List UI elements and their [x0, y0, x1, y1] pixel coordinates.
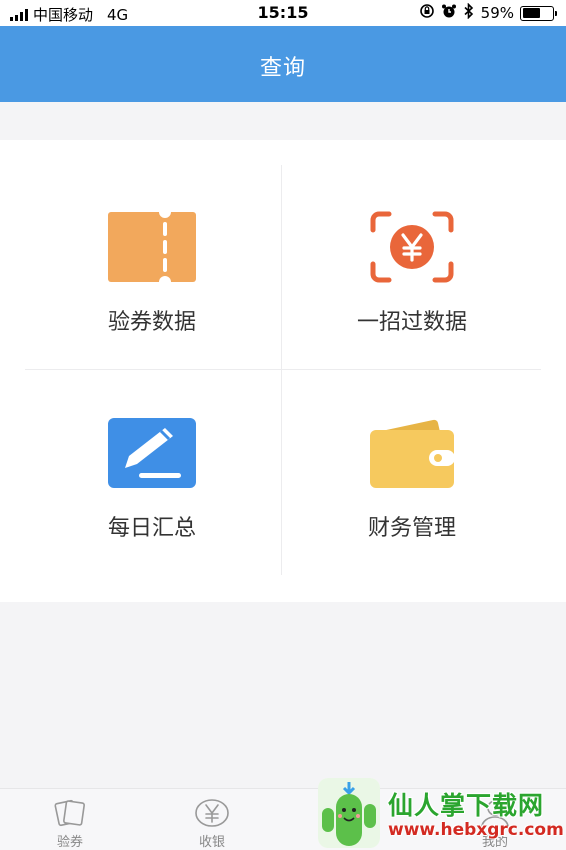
tab-label: 收银 — [198, 835, 225, 850]
grid-item-label: 一招过数据 — [356, 310, 467, 335]
cactus-logo-icon — [318, 778, 380, 848]
query-grid: 验券数据 一招过数据 每日汇总 财务管理 — [0, 140, 566, 602]
watermark-name: 仙人掌下载网 — [388, 791, 545, 820]
tab-voucher[interactable]: 验券 — [20, 789, 120, 850]
grid-item-label: 验券数据 — [107, 310, 196, 335]
grid-item-finance-management[interactable]: 财务管理 — [282, 346, 542, 546]
watermark-url: www.hebxgrc.com — [388, 820, 564, 840]
edit-icon — [107, 416, 197, 490]
battery-icon — [520, 5, 557, 21]
status-right: 59% — [419, 2, 557, 23]
cards-icon — [54, 799, 85, 827]
site-watermark: 仙人掌下载网 www.hebxgrc.com — [318, 778, 564, 850]
wallet-icon — [367, 416, 457, 490]
orientation-lock-icon — [419, 3, 435, 23]
grid-item-label: 每日汇总 — [107, 516, 196, 541]
tab-label: 验券 — [56, 835, 83, 850]
yuan-circle-icon — [195, 799, 229, 827]
yuan-scan-icon — [367, 210, 457, 284]
nav-bar: 查询 — [0, 26, 566, 102]
grid-item-daily-summary[interactable]: 每日汇总 — [22, 346, 282, 546]
status-bar: 中国移动 4G 15:15 59% — [0, 0, 566, 26]
page-title: 查询 — [259, 56, 306, 81]
tab-cashier[interactable]: 收银 — [162, 789, 262, 850]
battery-percent: 59% — [480, 4, 514, 22]
grid-item-voucher-data[interactable]: 验券数据 — [22, 140, 282, 340]
alarm-icon — [441, 3, 457, 23]
ticket-icon — [107, 210, 197, 284]
grid-item-yizhaoguo-data[interactable]: 一招过数据 — [282, 140, 542, 340]
grid-item-label: 财务管理 — [367, 516, 456, 541]
bluetooth-icon — [463, 2, 475, 23]
